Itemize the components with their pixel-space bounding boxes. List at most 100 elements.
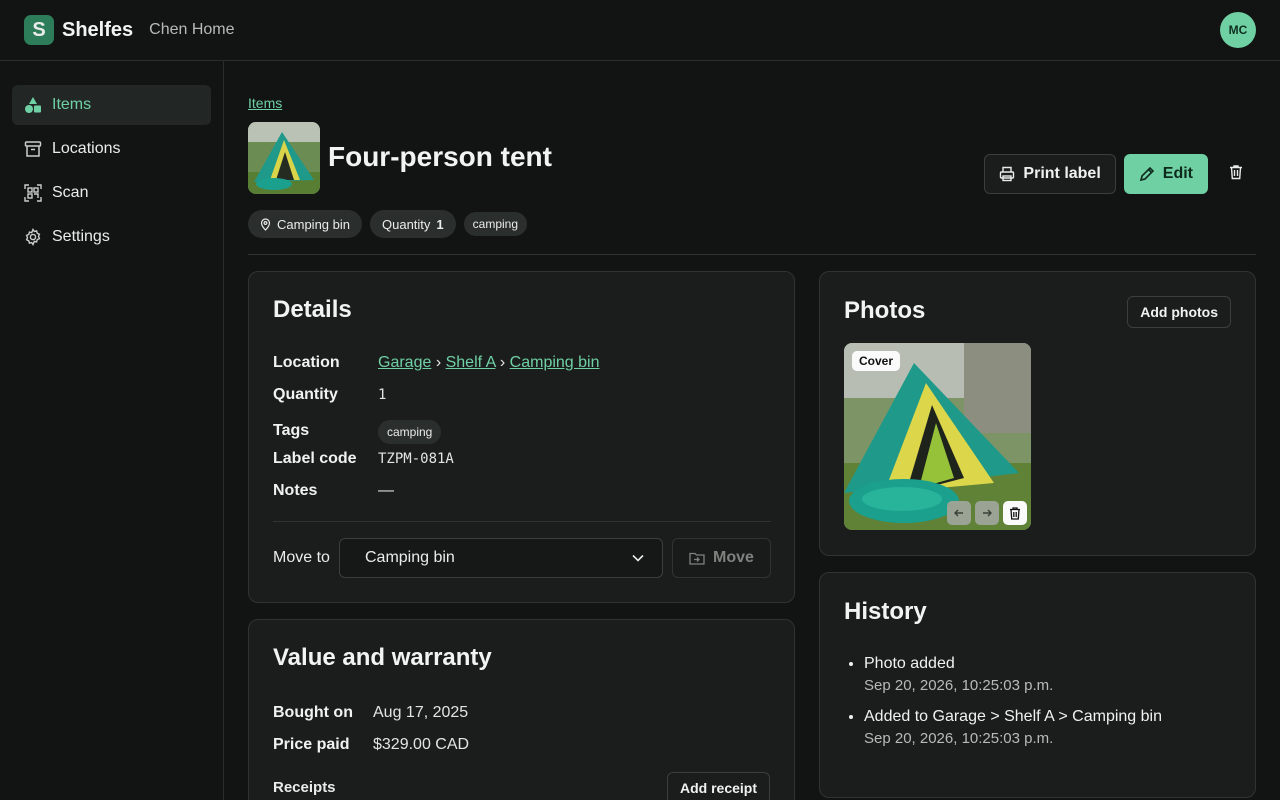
quantity-row: Quantity 1 [273, 386, 386, 404]
move-button[interactable]: Move [672, 538, 771, 578]
history-entry-text: Added to Garage > Shelf A > Camping bin [864, 708, 1162, 725]
sidebar: Items Locations Scan Settings [0, 61, 224, 800]
history-entry: Added to Garage > Shelf A > Camping bin … [864, 708, 1162, 747]
household-name[interactable]: Chen Home [149, 21, 234, 39]
edit-text: Edit [1162, 165, 1193, 182]
price-value: $329.00 CAD [373, 736, 470, 753]
add-photos-button[interactable]: Add photos [1127, 296, 1231, 328]
sidebar-item-label: Locations [52, 140, 121, 157]
sidebar-item-scan[interactable]: Scan [12, 173, 211, 213]
history-entry-time: Sep 20, 2026, 10:25:03 p.m. [864, 730, 1054, 747]
sidebar-item-settings[interactable]: Settings [12, 217, 211, 257]
sidebar-item-label: Items [52, 96, 92, 113]
move-to-label: Move to [273, 549, 330, 566]
add-receipt-button[interactable]: Add receipt [666, 772, 770, 800]
arrow-left-icon [953, 507, 965, 519]
price-row: Price paid $329.00 CAD [273, 736, 469, 754]
history-entry: Photo added Sep 20, 2026, 10:25:03 p.m. [864, 655, 1162, 694]
move-to-select[interactable]: Camping bin [339, 538, 663, 578]
sidebar-item-items[interactable]: Items [12, 85, 211, 125]
location-link-garage[interactable]: Garage [378, 354, 431, 371]
breadcrumb[interactable]: Items [248, 95, 282, 111]
photos-title: Photos [844, 297, 926, 324]
history-card: History Photo added Sep 20, 2026, 10:25:… [819, 572, 1256, 798]
details-title: Details [273, 296, 352, 323]
tags-label: Tags [273, 422, 310, 439]
delete-photo-button[interactable] [1003, 501, 1027, 525]
notes-label: Notes [273, 482, 318, 499]
avatar[interactable]: MC [1220, 12, 1256, 48]
location-path: Garage › Shelf A › Camping bin [378, 354, 600, 372]
path-separator: › [435, 354, 442, 371]
label-code-value: TZPM-081A [378, 451, 454, 467]
arrow-right-icon [981, 507, 993, 519]
previous-photo-button[interactable] [947, 501, 971, 525]
next-photo-button[interactable] [975, 501, 999, 525]
pencil-icon [1139, 166, 1155, 182]
sidebar-item-label: Scan [52, 184, 89, 201]
edit-button[interactable]: Edit [1123, 154, 1208, 194]
qr-scan-icon [24, 184, 42, 202]
path-separator: › [499, 354, 506, 371]
history-entry-time: Sep 20, 2026, 10:25:03 p.m. [864, 677, 1054, 694]
bought-label: Bought on [273, 704, 353, 721]
value-warranty-card: Value and warranty Bought on Aug 17, 202… [248, 619, 795, 800]
history-title: History [844, 598, 927, 625]
shapes-icon [24, 96, 42, 114]
item-actions: Print label Edit [984, 154, 1256, 194]
item-thumbnail[interactable] [248, 122, 320, 194]
sidebar-item-label: Settings [52, 228, 110, 245]
notes-value: — [378, 482, 394, 499]
move-button-text: Move [713, 549, 754, 566]
print-label-button[interactable]: Print label [984, 154, 1116, 194]
cover-badge: Cover [852, 351, 901, 371]
location-link-shelf[interactable]: Shelf A [446, 354, 496, 371]
brand-name[interactable]: Shelfes [62, 19, 133, 42]
tag-chip[interactable]: camping [463, 212, 528, 236]
quantity-chip-label: Quantity [382, 216, 431, 232]
archive-box-icon [24, 140, 42, 158]
quantity-value: 1 [378, 387, 387, 403]
folder-move-icon [689, 551, 705, 565]
top-bar: S Shelfes Chen Home MC [0, 0, 1280, 61]
location-chip[interactable]: Camping bin [248, 210, 362, 238]
history-list: Photo added Sep 20, 2026, 10:25:03 p.m. … [844, 655, 1162, 761]
quantity-label: Quantity [273, 386, 338, 403]
location-label: Location [273, 354, 340, 371]
quantity-chip-value: 1 [436, 216, 444, 232]
app-logo[interactable]: S [24, 15, 54, 45]
bought-row: Bought on Aug 17, 2025 [273, 704, 468, 722]
value-title: Value and warranty [273, 644, 492, 671]
delete-item-button[interactable] [1216, 154, 1256, 194]
map-pin-icon [260, 217, 271, 231]
sidebar-item-locations[interactable]: Locations [12, 129, 211, 169]
location-row: Location Garage › Shelf A › Camping bin [273, 354, 600, 372]
location-chip-label: Camping bin [277, 216, 350, 232]
page-title: Four-person tent [328, 141, 552, 172]
trash-icon [1228, 164, 1244, 185]
tag-chip[interactable]: camping [378, 420, 442, 444]
chevron-down-icon [632, 549, 644, 567]
gear-icon [24, 228, 42, 246]
photos-card: Photos Add photos Cover [819, 271, 1256, 556]
add-receipt-text: Add receipt [679, 780, 757, 796]
cover-photo[interactable]: Cover [844, 343, 1031, 530]
tags-row: Tags camping [273, 418, 442, 444]
quantity-chip: Quantity 1 [370, 210, 456, 238]
header-divider [248, 254, 1256, 255]
item-chips: Camping bin Quantity 1 camping [248, 210, 528, 238]
tag-chip-label: camping [472, 217, 519, 231]
printer-icon [999, 166, 1015, 182]
label-code-row: Label code TZPM-081A [273, 450, 454, 468]
move-to-row: Move to [273, 549, 330, 567]
details-divider [273, 521, 771, 522]
bought-value: Aug 17, 2025 [373, 704, 469, 721]
receipts-label: Receipts [273, 779, 336, 796]
print-label-text: Print label [1023, 165, 1101, 182]
price-label: Price paid [273, 736, 350, 753]
label-code-label: Label code [273, 450, 357, 467]
details-card: Details Location Garage › Shelf A › Camp… [248, 271, 795, 603]
location-link-bin[interactable]: Camping bin [510, 354, 600, 371]
notes-row: Notes — [273, 482, 394, 500]
add-photos-text: Add photos [1140, 304, 1218, 320]
